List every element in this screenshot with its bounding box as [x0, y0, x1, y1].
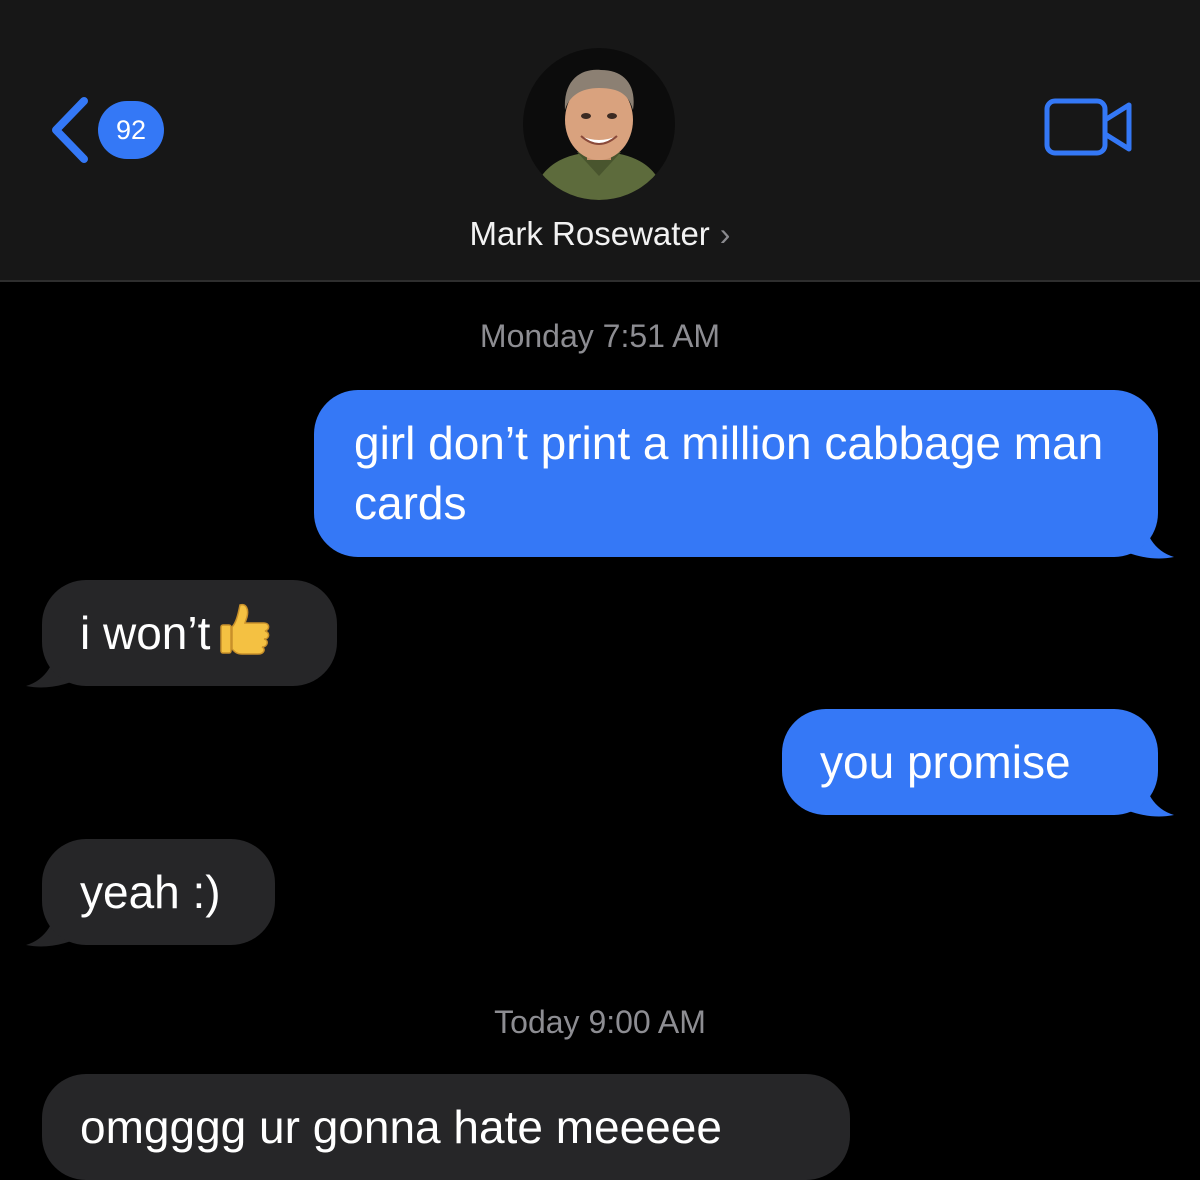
message-bubble-incoming[interactable]: i won’t: [42, 580, 337, 686]
timestamp-monday: Monday 7:51 AM: [479, 318, 721, 354]
back-button[interactable]: 92: [48, 90, 178, 170]
message-bubble-incoming[interactable]: yeah :): [42, 839, 275, 945]
contact-name: Mark Rosewater: [469, 215, 710, 252]
message-text: you promise: [820, 736, 1071, 788]
conversation-header: 92 Mark Rosewater ›: [0, 0, 1200, 282]
message-bubble-incoming[interactable]: omgggg ur gonna hate meeeee: [42, 1074, 850, 1180]
video-call-button[interactable]: [1044, 98, 1134, 156]
message-text: i won’t: [80, 607, 211, 659]
chevron-left-icon: [52, 97, 88, 163]
message-bubble-outgoing[interactable]: you promise: [782, 709, 1158, 815]
contact-name-button[interactable]: Mark Rosewater ›: [0, 210, 1200, 258]
video-camera-icon: [1044, 98, 1132, 156]
unread-count-badge: 92: [98, 101, 164, 159]
thumbs-up-emoji: [220, 603, 270, 655]
message-text: omgggg ur gonna hate meeeee: [80, 1101, 722, 1153]
timestamp-today: Today 9:00 AM: [494, 1004, 706, 1040]
message-text: girl don’t print a million cabbage man c…: [354, 417, 1104, 529]
contact-avatar[interactable]: [523, 48, 675, 200]
message-text: yeah :): [80, 866, 221, 918]
chevron-right-icon: ›: [719, 216, 731, 252]
message-bubble-outgoing[interactable]: girl don’t print a million cabbage man c…: [314, 390, 1158, 557]
